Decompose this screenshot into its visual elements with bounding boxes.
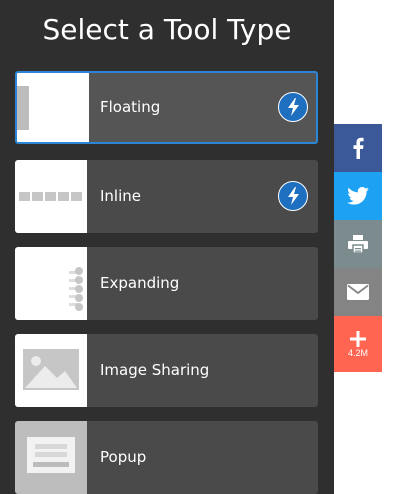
expanding-preview-icon [15, 247, 87, 320]
twitter-icon [347, 187, 369, 205]
tool-card-floating[interactable]: Floating [15, 71, 318, 144]
print-share-button[interactable] [334, 220, 382, 268]
bolt-icon [278, 181, 308, 211]
inline-preview-icon [15, 160, 87, 233]
email-icon [347, 284, 369, 300]
plus-icon [350, 330, 366, 347]
tool-card-label: Floating [100, 98, 161, 116]
panel-title: Select a Tool Type [42, 13, 292, 46]
email-share-button[interactable] [334, 268, 382, 316]
tool-card-popup[interactable]: Popup [15, 421, 318, 494]
print-icon [348, 235, 368, 253]
facebook-icon [353, 137, 364, 159]
tool-card-image-sharing[interactable]: Image Sharing [15, 334, 318, 407]
tool-card-label: Image Sharing [100, 361, 210, 379]
twitter-share-button[interactable] [334, 172, 382, 220]
tool-card-label: Expanding [100, 274, 180, 292]
share-count: 4.2M [347, 347, 368, 358]
tool-card-label: Inline [100, 187, 142, 205]
tool-card-inline[interactable]: Inline [15, 160, 318, 233]
floating-preview-icon [17, 73, 89, 142]
more-share-button[interactable]: 4.2M [334, 316, 382, 372]
tool-type-panel: Select a Tool Type Floating Inline Expan… [0, 0, 334, 494]
facebook-share-button[interactable] [334, 124, 382, 172]
image-preview-icon [15, 334, 87, 407]
tool-card-expanding[interactable]: Expanding [15, 247, 318, 320]
bolt-icon [278, 92, 308, 122]
tool-card-label: Popup [100, 448, 147, 466]
popup-preview-icon [15, 421, 87, 494]
